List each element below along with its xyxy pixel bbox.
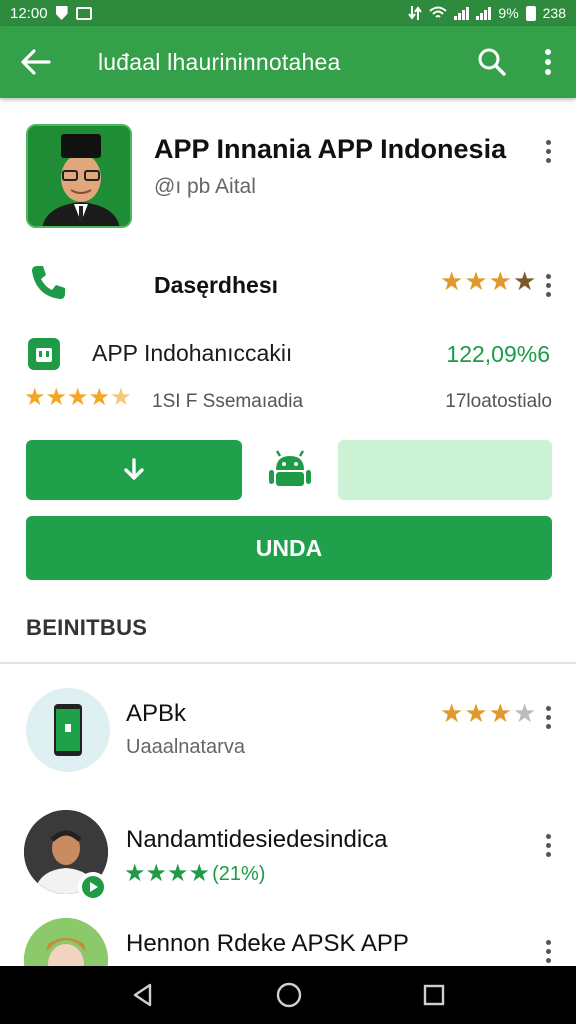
more-vert-icon [545,49,551,75]
star-icon: ★ [167,860,189,887]
battery-percent: 9% [498,5,519,21]
app-title: APP Innania APP Indonesia [154,134,507,164]
star-icon: ★ [464,266,488,296]
contact-rating: ★ ★ ★ ★ [440,268,536,294]
list-item-subtitle: Uaaalnatarva [126,736,245,758]
install-button[interactable]: UNDA [26,516,552,580]
android-app-icon [28,338,60,370]
star-icon: ★ [67,384,89,411]
signal-icon [454,6,470,20]
search-icon [478,48,506,76]
rating-text: 1SI F Ssemaıadia [152,391,304,412]
app-icon[interactable] [26,124,132,228]
list-item-icon[interactable] [26,688,110,772]
download-button[interactable] [26,440,242,500]
contact-more-button[interactable] [536,270,560,300]
half-star-icon: ★ [110,384,132,411]
star-icon: ★ [45,384,68,411]
download-icon [124,458,144,480]
wifi-icon [429,6,448,18]
star-icon: ★ [24,384,46,411]
star-icon: ★ [440,698,464,728]
signal-icon-2 [476,6,492,20]
secondary-button[interactable] [338,440,552,500]
app-more-button[interactable] [536,136,560,166]
notification-icon [75,6,92,20]
list-item-title[interactable]: APBk [126,700,186,728]
list-item-title[interactable]: Nandamtidesiedesindica [126,826,388,854]
overflow-menu-button[interactable] [520,26,576,98]
android-icon[interactable] [268,450,312,490]
play-badge [78,872,108,902]
rating-stars: ★ ★ ★ ★ ★ [24,386,132,410]
list-item-more-button[interactable] [536,830,560,860]
app-row-name: APP Indohanıccakiı [92,340,293,366]
status-bar: 12:00 9% 238 [0,0,576,26]
app-bar-title: luđaal lhaurininnotahea [98,48,341,75]
app-row-value: 122,09%6 [446,341,550,367]
recents-nav-icon[interactable] [422,983,446,1007]
back-nav-icon[interactable] [130,982,156,1008]
app-developer[interactable]: @ı pb Aital [154,175,256,199]
star-icon: ★ [188,860,211,887]
arrow-left-icon [21,49,51,75]
list-item-rating: ★ ★ ★ ★ (21%) [124,862,265,886]
half-star-icon: ★ [512,698,537,728]
status-time: 12:00 [10,4,48,22]
divider [0,662,576,664]
battery-icon [525,5,536,21]
play-icon [82,876,104,898]
star-icon: ★ [145,860,168,887]
smartphone-icon [54,704,82,756]
list-item-more-button[interactable] [536,702,560,732]
shield-icon [55,6,68,20]
search-button[interactable] [464,26,520,98]
list-item-title[interactable]: Hennon Rdeke APSK APP [126,930,409,958]
status-right-text: 238 [542,5,566,21]
list-item-more-button[interactable] [536,936,560,966]
phone-icon[interactable] [28,262,68,302]
app-bar: luđaal lhaurininnotahea [0,26,576,98]
star-icon: ★ [488,698,512,728]
star-icon: ★ [440,266,464,296]
back-button[interactable] [0,26,72,98]
section-title: BEINITBUS [26,615,148,640]
home-nav-icon[interactable] [275,981,303,1009]
navigation-bar [0,966,576,1024]
contact-title: Dasęrdhesı [154,272,279,298]
star-icon: ★ [464,698,488,728]
star-icon: ★ [124,860,146,887]
star-icon: ★ [488,266,512,296]
star-icon: ★ [88,384,111,411]
person-portrait-icon [28,126,130,226]
data-transfer-icon [408,6,423,20]
half-star-icon: ★ [512,266,537,296]
rating-percent: (21%) [212,862,266,885]
list-item-rating: ★ ★ ★ ★ [440,700,536,726]
rating-right-text: 17loatostialo [445,391,552,412]
